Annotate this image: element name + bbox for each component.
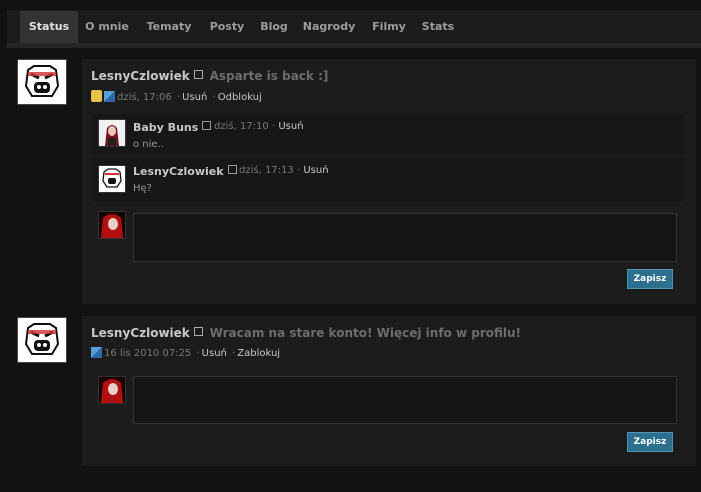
my-avatar	[98, 211, 126, 239]
comment-avatar[interactable]	[98, 119, 126, 147]
comment-textarea[interactable]	[133, 376, 677, 424]
status-time: 16 lis 2010 07:25	[104, 348, 192, 359]
conversation-icon	[104, 91, 115, 102]
tab-posty[interactable]: Posty	[203, 11, 251, 43]
pig-avatar-icon	[18, 60, 66, 104]
tab-status[interactable]: Status	[20, 11, 78, 43]
pig-avatar-icon	[99, 166, 125, 192]
lock-icon	[91, 90, 102, 102]
red-hair-avatar-icon	[99, 212, 125, 238]
red-hair-avatar-icon	[99, 377, 125, 403]
comment-meta: dziś, 17:13 · Usuń	[239, 165, 329, 176]
comment-text: o nie..	[133, 139, 164, 150]
portrait-avatar-icon	[99, 120, 125, 146]
status-header: LesnyCzlowiek Wracam na stare konto! Wię…	[91, 326, 521, 340]
tab-nagrody[interactable]: Nagrody	[297, 11, 361, 43]
status-author[interactable]: LesnyCzlowiek	[91, 326, 190, 340]
status-header: LesnyCzlowiek Asparte is back :]	[91, 69, 328, 83]
my-avatar	[98, 376, 126, 404]
avatar[interactable]	[17, 59, 67, 105]
status-author[interactable]: LesnyCzlowiek	[91, 69, 190, 83]
save-button[interactable]: Zapisz	[627, 432, 673, 452]
external-link-icon[interactable]	[202, 121, 212, 130]
delete-link[interactable]: Usuń	[182, 92, 207, 103]
pig-avatar-icon	[18, 318, 66, 362]
save-button[interactable]: Zapisz	[627, 269, 673, 289]
avatar[interactable]	[17, 317, 67, 363]
tab-blog[interactable]: Blog	[253, 11, 295, 43]
comment-time: dziś, 17:10	[214, 121, 269, 132]
profile-tabs: Status O mnie Tematy Posty Blog Nagrody …	[7, 10, 701, 48]
status-text: Wracam na stare konto! Więcej info w pro…	[209, 326, 522, 340]
external-link-icon[interactable]	[193, 70, 203, 79]
comment-text: Hę?	[133, 183, 152, 194]
tab-tematy[interactable]: Tematy	[137, 11, 201, 43]
status-time: dziś, 17:06	[117, 92, 172, 103]
comment-author[interactable]: LesnyCzlowiek	[133, 165, 240, 178]
conversation-icon	[91, 347, 102, 358]
comment-meta: dziś, 17:10 · Usuń	[214, 121, 304, 132]
delete-link[interactable]: Usuń	[202, 348, 227, 359]
external-link-icon[interactable]	[193, 327, 203, 336]
comment-author[interactable]: Baby Buns	[133, 121, 214, 134]
comment: Baby Buns dziś, 17:10 · Usuń o nie..	[91, 114, 685, 154]
comment: LesnyCzlowiek dziś, 17:13 · Usuń Hę?	[91, 158, 685, 202]
comment-avatar[interactable]	[98, 165, 126, 193]
delete-link[interactable]: Usuń	[303, 165, 328, 176]
status-text: Asparte is back :]	[209, 69, 329, 83]
comment-textarea[interactable]	[133, 213, 677, 262]
tab-o-mnie[interactable]: O mnie	[79, 11, 135, 43]
tab-filmy[interactable]: Filmy	[363, 11, 415, 43]
status-meta: dziś, 17:06 · Usuń · Odblokuj	[91, 90, 262, 103]
comment-time: dziś, 17:13	[239, 165, 294, 176]
status-meta: 16 lis 2010 07:25 · Usuń · Zablokuj	[91, 347, 280, 359]
block-link[interactable]: Zablokuj	[237, 348, 280, 359]
unblock-link[interactable]: Odblokuj	[218, 92, 262, 103]
tab-stats[interactable]: Stats	[417, 11, 459, 43]
external-link-icon[interactable]	[227, 165, 237, 174]
delete-link[interactable]: Usuń	[278, 121, 303, 132]
